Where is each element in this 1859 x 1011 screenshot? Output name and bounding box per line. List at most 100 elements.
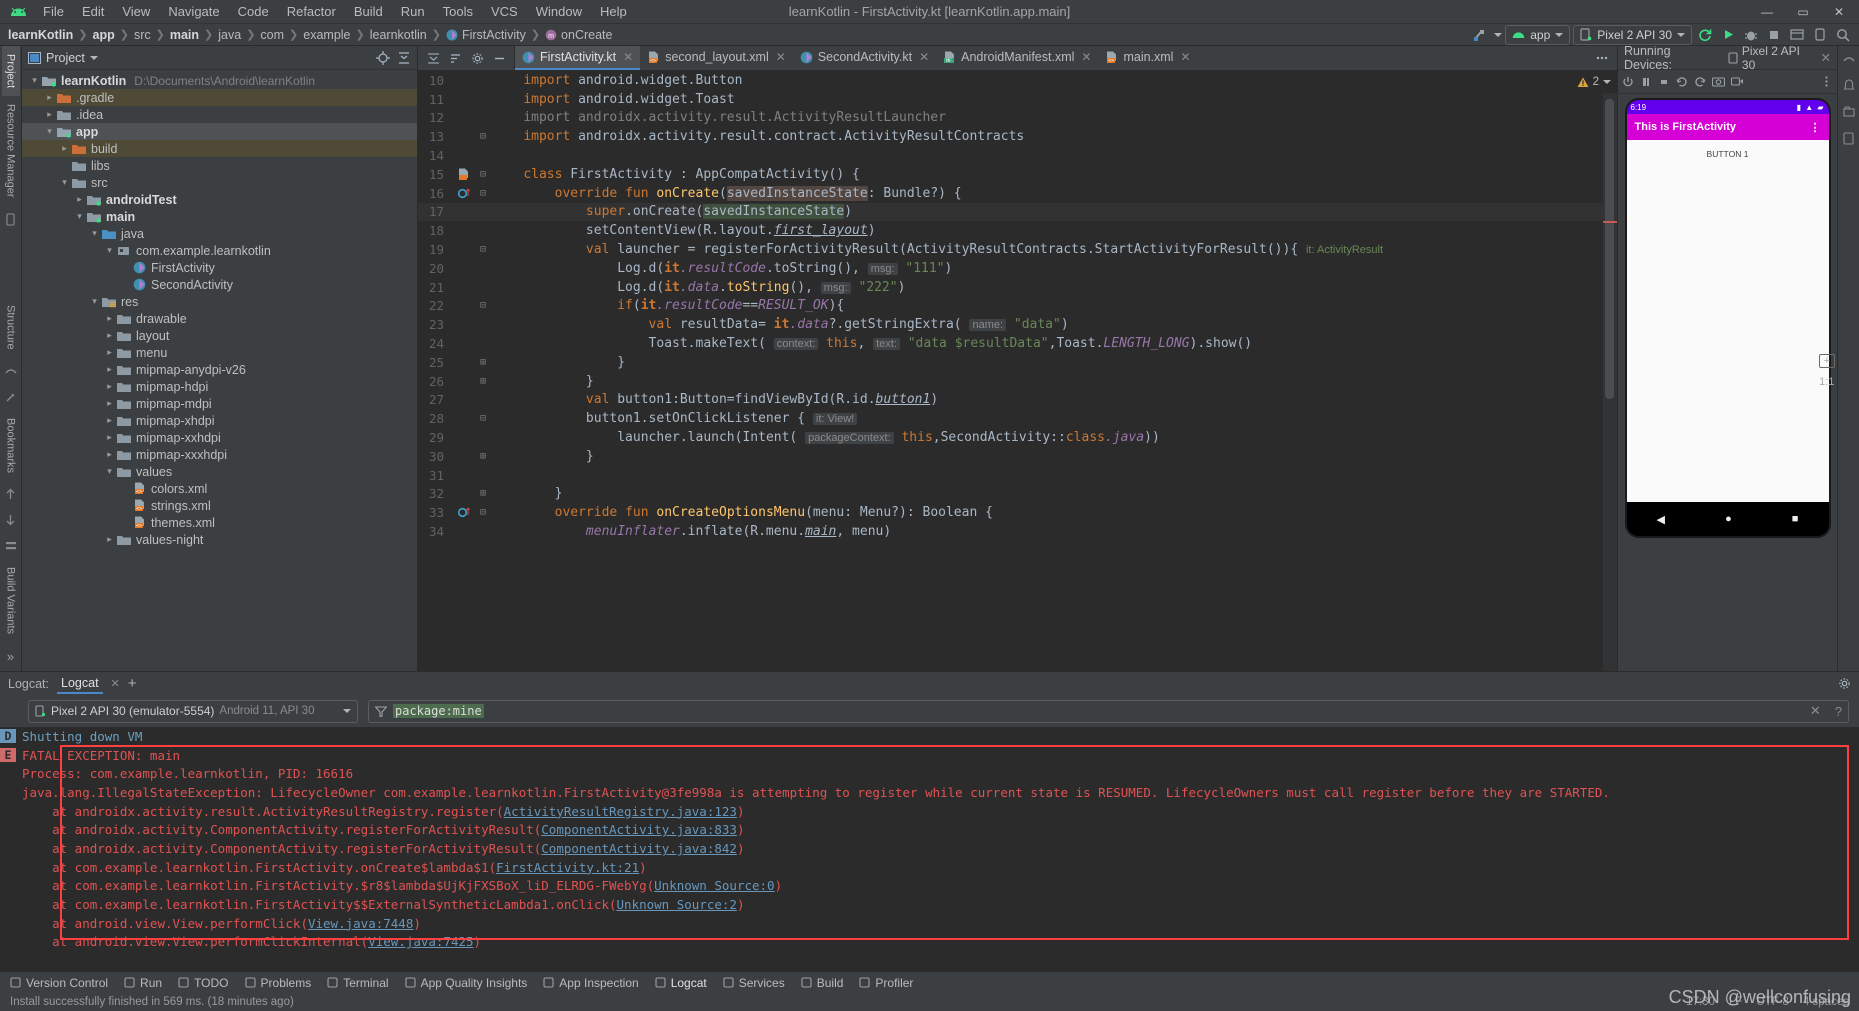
stacktrace-link[interactable]: Unknown Source:0 (654, 878, 774, 893)
tree-node-androidtest[interactable]: ▸ androidTest (22, 191, 417, 208)
chevron-down-icon[interactable]: ▾ (73, 211, 86, 222)
breadcrumb-item-oncreate[interactable]: m onCreate (545, 28, 612, 42)
stacktrace-link[interactable]: ComponentActivity.java:842 (541, 841, 737, 856)
menu-item-refactor[interactable]: Refactor (278, 2, 345, 21)
add-logcat-tab-button[interactable]: + (128, 675, 137, 692)
logcat-line[interactable]: Process: com.example.learnkotlin, PID: 1… (0, 764, 1859, 783)
debug-icon[interactable] (1741, 25, 1761, 44)
code-line[interactable]: 34 menuInflater.inflate(R.menu.main, men… (418, 522, 1603, 541)
logcat-line[interactable]: java.lang.IllegalStateException: Lifecyc… (0, 783, 1859, 802)
fold-toggle-icon[interactable]: ⊟ (474, 300, 492, 311)
tool-window-buttons[interactable]: Version Control Run TODO Problems Terminal Ap… (10, 976, 913, 990)
chevron-down-icon[interactable]: ▾ (58, 177, 71, 188)
button1[interactable]: BUTTON 1 (1696, 146, 1760, 162)
main-menu[interactable]: File Edit View Navigate Code Refactor Build Run… (34, 2, 636, 21)
gear-icon[interactable] (467, 49, 487, 68)
code-line[interactable]: 26 ⊞ } (418, 372, 1603, 391)
logcat-line[interactable]: at android.view.View.performClick(View.j… (0, 914, 1859, 933)
menu-item-edit[interactable]: Edit (73, 2, 113, 21)
stop-icon[interactable] (1764, 25, 1784, 44)
tree-node-themes-xml[interactable]: <> themes.xml (22, 514, 417, 531)
fold-toggle-icon[interactable]: ⊞ (474, 357, 492, 368)
gradle-icon[interactable] (4, 365, 17, 377)
tree-node-menu[interactable]: ▸ menu (22, 344, 417, 361)
tree-node-libs[interactable]: libs (22, 157, 417, 174)
chevron-right-icon[interactable]: ▸ (103, 398, 116, 409)
avd-manager-icon[interactable] (1810, 25, 1830, 44)
menu-item-vcs[interactable]: VCS (482, 2, 527, 21)
breadcrumb-item-src[interactable]: src (134, 28, 151, 42)
android-nav-bar[interactable]: ◀ ● ■ (1626, 502, 1829, 536)
emulator-viewport[interactable]: 6:19 ▮ ▲ ▰ This is FirstActivity ⋮ BUTTO… (1618, 94, 1837, 671)
code-line[interactable]: 27 val button1:Button=findViewById(R.id.… (418, 391, 1603, 410)
device-selector[interactable]: Pixel 2 API 30 (1573, 24, 1692, 45)
search-icon[interactable] (1833, 25, 1853, 44)
emulator-device-tab[interactable]: Pixel 2 API 30 (1742, 44, 1817, 72)
expand-all-icon[interactable] (423, 49, 443, 68)
chevron-right-icon[interactable]: ▸ (103, 347, 116, 358)
tree-node--gradle[interactable]: ▸ .gradle (22, 89, 417, 106)
tree-node-mipmap-hdpi[interactable]: ▸ mipmap-hdpi (22, 378, 417, 395)
scrollbar-thumb[interactable] (1605, 99, 1614, 399)
tree-node-values-night[interactable]: ▸ values-night (22, 531, 417, 548)
code-line[interactable]: 33 ⊟ override fun onCreateOptionsMenu(men… (418, 503, 1603, 522)
menu-item-build[interactable]: Build (345, 2, 392, 21)
chevron-right-icon[interactable]: ▸ (103, 449, 116, 460)
code-line[interactable]: 23 val resultData= it.data?.getStringExt… (418, 315, 1603, 334)
code-line[interactable]: 22 ⊟ if(it.resultCode==RESULT_OK){ (418, 297, 1603, 316)
close-icon[interactable]: ✕ (111, 677, 120, 690)
code-line[interactable]: 24 Toast.makeText( context: this, text: … (418, 334, 1603, 353)
back-icon[interactable]: ◀ (1657, 513, 1665, 526)
app-content[interactable]: BUTTON 1 (1626, 140, 1829, 502)
code-line[interactable]: 10 import android.widget.Button (418, 71, 1603, 90)
power-icon[interactable] (1622, 76, 1634, 88)
stacktrace-link[interactable]: View.java:7425 (368, 934, 473, 949)
tree-node-com-example-learnkotlin[interactable]: ▾ com.example.learnkotlin (22, 242, 417, 259)
code-line[interactable]: 30 ⊞ } (418, 447, 1603, 466)
tree-node-firstactivity[interactable]: FirstActivity (22, 259, 417, 276)
menu-item-file[interactable]: File (34, 2, 73, 21)
code-line[interactable]: 12 import androidx.activity.result.Activ… (418, 109, 1603, 128)
editor-tab-firstactivity-kt[interactable]: FirstActivity.kt ✕ (515, 46, 641, 70)
code-line[interactable]: 18 setContentView(R.layout.first_layout) (418, 221, 1603, 240)
editor-tab-secondactivity-kt[interactable]: SecondActivity.kt ✕ (793, 46, 936, 70)
build-variants-icon[interactable] (5, 540, 17, 552)
fold-toggle-icon[interactable]: ⊞ (474, 488, 492, 499)
clear-icon[interactable]: ✕ (1810, 703, 1821, 719)
stacktrace-link[interactable]: Unknown Source:2 (617, 897, 737, 912)
chevron-right-icon[interactable]: ▸ (103, 534, 116, 545)
code-editor[interactable]: 10 import android.widget.Button 11 import… (418, 71, 1617, 671)
tree-node-java[interactable]: ▾ java (22, 225, 417, 242)
close-icon[interactable]: ✕ (1081, 50, 1091, 64)
tree-node-mipmap-anydpi-v26[interactable]: ▸ mipmap-anydpi-v26 (22, 361, 417, 378)
tree-node-res[interactable]: ▾ res (22, 293, 417, 310)
fold-toggle-icon[interactable]: ⊟ (474, 413, 492, 424)
close-button[interactable]: ✕ (1821, 1, 1857, 23)
sidebar-item-project[interactable]: Project (1, 46, 20, 97)
notifications-icon[interactable] (1843, 79, 1855, 92)
chevron-down-icon[interactable] (343, 709, 351, 713)
tree-node-mipmap-xxhdpi[interactable]: ▸ mipmap-xxhdpi (22, 429, 417, 446)
editor-tab-main-xml[interactable]: <> main.xml ✕ (1098, 46, 1197, 70)
editor-tabs[interactable]: FirstActivity.kt ✕ <> second_layout.xml ✕ Sec… (515, 46, 1198, 70)
code-line[interactable]: 31 (418, 466, 1603, 485)
close-icon[interactable]: ✕ (623, 50, 633, 64)
tree-node-main[interactable]: ▾ main (22, 208, 417, 225)
upload-icon[interactable] (5, 488, 16, 500)
logcat-line[interactable]: D Shutting down VM (0, 727, 1859, 746)
tree-node-mipmap-xhdpi[interactable]: ▸ mipmap-xhdpi (22, 412, 417, 429)
tree-node-mipmap-mdpi[interactable]: ▸ mipmap-mdpi (22, 395, 417, 412)
status-tool-version-control[interactable]: Version Control (10, 976, 108, 990)
device-file-explorer-icon[interactable] (1842, 106, 1855, 118)
status-tool-logcat[interactable]: Logcat (655, 976, 707, 990)
tree-node-strings-xml[interactable]: <> strings.xml (22, 497, 417, 514)
stacktrace-link[interactable]: ActivityResultRegistry.java:123 (504, 804, 737, 819)
menu-item-window[interactable]: Window (527, 2, 591, 21)
record-icon[interactable] (1731, 76, 1744, 87)
close-icon[interactable]: ✕ (776, 50, 786, 64)
tree-node-colors-xml[interactable]: <> colors.xml (22, 480, 417, 497)
chevron-down-icon[interactable]: ▾ (88, 296, 101, 307)
tree-node-secondactivity[interactable]: SecondActivity (22, 276, 417, 293)
breadcrumb-item-learnkotlin[interactable]: learnkotlin (370, 28, 427, 42)
status-tool-problems[interactable]: Problems (244, 976, 311, 990)
